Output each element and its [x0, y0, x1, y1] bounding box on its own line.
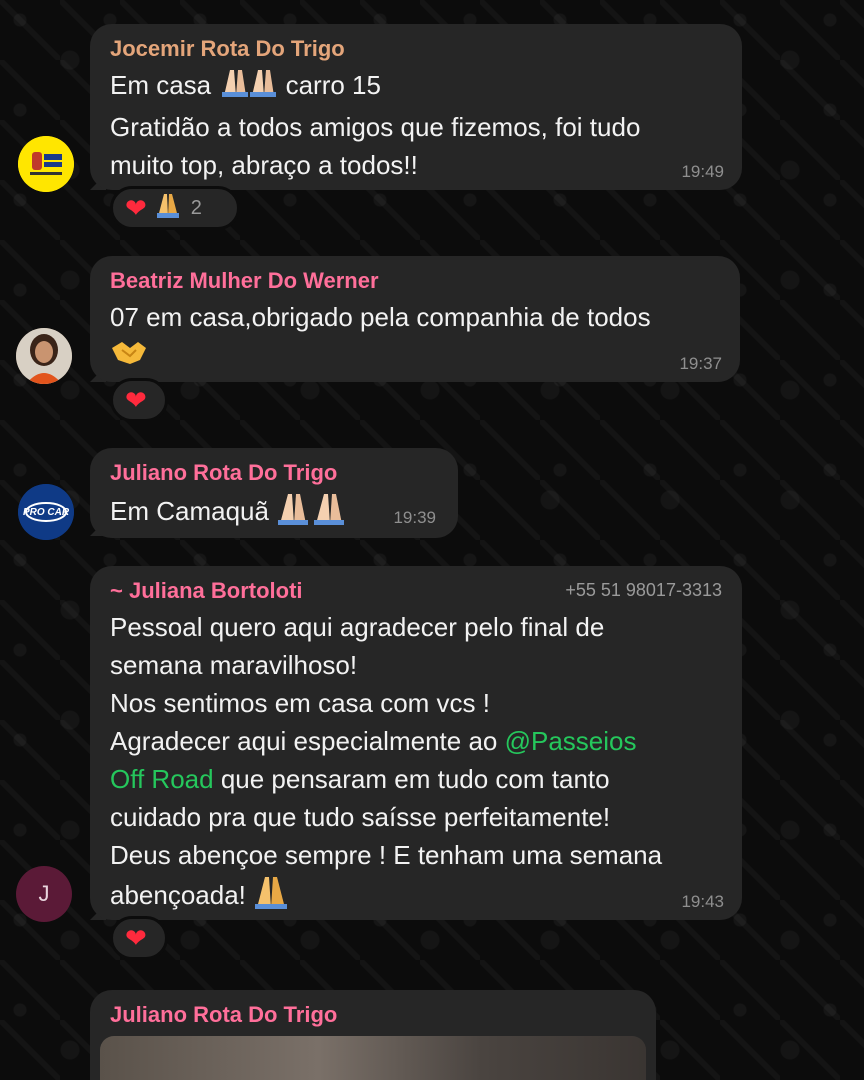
avatar[interactable]: J	[16, 866, 72, 922]
praying-hands-icon	[276, 490, 352, 536]
message-bubble[interactable]: Juliano Rota Do Trigo Em Camaquã 19:39	[90, 448, 458, 538]
mention-link[interactable]: @Passeios	[505, 726, 637, 756]
sender-name[interactable]: Beatriz Mulher Do Werner	[110, 266, 720, 296]
message-text: Em Camaquã	[110, 490, 438, 536]
message-bubble[interactable]: Juliano Rota Do Trigo	[90, 990, 656, 1080]
avatar-logo-icon	[18, 136, 74, 192]
heart-icon: ❤	[125, 193, 147, 223]
heart-icon: ❤	[125, 923, 147, 953]
message-text: Em casa carro 15 Gratidão a todos amigos…	[110, 66, 722, 184]
avatar-photo-icon	[16, 328, 72, 384]
avatar-text: PRO CAR	[22, 506, 70, 518]
praying-hands-icon	[218, 66, 278, 108]
handshake-icon	[110, 338, 148, 376]
message-text: 07 em casa,obrigado pela companhia de to…	[110, 298, 720, 376]
reaction-badge[interactable]: ❤ 2	[110, 186, 240, 230]
avatar[interactable]: PRO CAR	[18, 484, 74, 540]
message-time: 19:43	[681, 892, 724, 911]
message-bubble[interactable]: ~ Juliana Bortoloti +55 51 98017-3313 Pe…	[90, 566, 742, 920]
message-text: Pessoal quero aqui agradecer pelo final …	[110, 608, 722, 920]
message-bubble[interactable]: Beatriz Mulher Do Werner 07 em casa,obri…	[90, 256, 740, 382]
mention-link[interactable]: Off Road	[110, 764, 214, 794]
sender-name[interactable]: Juliano Rota Do Trigo	[110, 1000, 636, 1030]
message-time: 19:39	[393, 508, 436, 527]
avatar[interactable]	[18, 136, 74, 192]
message-time: 19:37	[679, 354, 722, 373]
praying-hands-icon	[253, 874, 289, 920]
message-bubble[interactable]: Jocemir Rota Do Trigo Em casa carro 15 G…	[90, 24, 742, 190]
message-time: 19:49	[681, 162, 724, 181]
reaction-badge[interactable]: ❤	[110, 916, 168, 960]
avatar-initial: J	[38, 881, 50, 906]
media-thumbnail[interactable]	[100, 1036, 646, 1080]
praying-hands-icon	[155, 191, 183, 225]
heart-icon: ❤	[125, 385, 147, 415]
sender-phone[interactable]: +55 51 98017-3313	[565, 580, 722, 601]
avatar[interactable]	[16, 328, 72, 384]
reaction-count: 2	[190, 196, 202, 219]
sender-name[interactable]: Juliano Rota Do Trigo	[110, 458, 438, 488]
sender-name[interactable]: Jocemir Rota Do Trigo	[110, 34, 722, 64]
reaction-badge[interactable]: ❤	[110, 378, 168, 422]
